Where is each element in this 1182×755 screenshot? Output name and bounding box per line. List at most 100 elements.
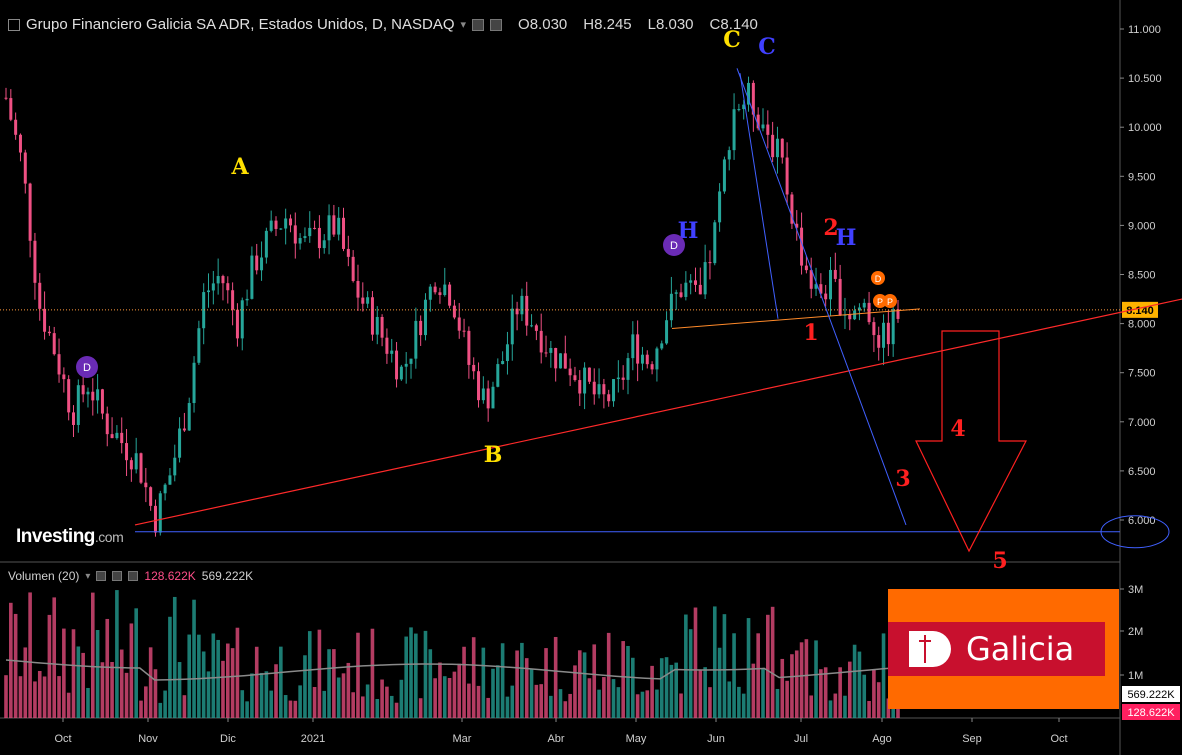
- volume-bar: [177, 662, 182, 718]
- volume-bar: [708, 687, 712, 718]
- time-tick-label: Ago: [872, 733, 892, 745]
- candle-body: [448, 284, 452, 306]
- candle-body: [221, 276, 225, 284]
- candle-body: [91, 391, 95, 401]
- volume-bar: [616, 687, 621, 718]
- volume-bar: [761, 668, 765, 718]
- galicia-emblem-icon: [903, 625, 955, 673]
- candle-body: [414, 320, 418, 359]
- candle-body: [718, 191, 722, 223]
- candle-body: [722, 159, 726, 192]
- chevron-down-icon[interactable]: ▾: [461, 18, 467, 31]
- candle-body: [573, 375, 577, 381]
- volume-bar: [144, 686, 148, 718]
- hide-icon[interactable]: [490, 18, 503, 31]
- candle-body: [616, 377, 620, 380]
- candle-body: [583, 367, 587, 394]
- volume-bar: [221, 660, 225, 718]
- candle-body: [9, 98, 13, 120]
- candle-body: [544, 352, 548, 354]
- volume-bar: [153, 669, 158, 718]
- volume-bar: [780, 658, 785, 718]
- candle-body: [419, 320, 423, 336]
- volume-bar: [433, 678, 437, 718]
- settings-icon[interactable]: [96, 571, 107, 581]
- volume-bar: [872, 669, 876, 718]
- volume-bar: [775, 688, 780, 718]
- candle-body: [621, 377, 625, 380]
- wave-label: 1: [803, 320, 818, 346]
- volume-bar: [505, 696, 510, 718]
- candle-body: [38, 282, 42, 309]
- volume-bar: [327, 649, 331, 718]
- volume-bar: [211, 633, 216, 718]
- time-tick-label: Oct: [1050, 733, 1067, 745]
- volume-bar: [626, 645, 630, 718]
- candle-body: [505, 344, 509, 362]
- candle-body: [886, 322, 890, 345]
- candle-body: [356, 281, 360, 298]
- volume-bar: [520, 642, 524, 718]
- event-marker-label: P: [887, 297, 893, 307]
- candle-body: [235, 309, 239, 339]
- volume-bar: [558, 689, 563, 718]
- close-icon[interactable]: [128, 571, 139, 581]
- candle-body: [438, 292, 442, 296]
- volume-bar: [250, 673, 254, 718]
- volume-bar: [785, 680, 789, 718]
- volume-bar: [568, 693, 572, 718]
- volume-bar: [37, 670, 42, 718]
- volume-bar: [18, 676, 23, 718]
- candle-body: [457, 317, 461, 331]
- candle-body: [626, 358, 630, 380]
- volume-header: Volumen (20) ▾ 128.622K 569.222K: [8, 569, 253, 583]
- volume-bar: [298, 685, 302, 718]
- volume-bar: [500, 643, 505, 718]
- chevron-down-icon[interactable]: ▾: [85, 571, 90, 582]
- candle-body: [313, 227, 317, 229]
- volume-value-last: 128.622K: [144, 569, 196, 583]
- candle-body: [255, 255, 259, 271]
- candle-body: [298, 238, 302, 244]
- volume-bar: [288, 700, 293, 718]
- volume-bar: [81, 652, 85, 718]
- volume-value-ma: 569.222K: [201, 569, 254, 583]
- volume-bar: [553, 636, 558, 718]
- candle-body: [303, 236, 307, 239]
- ascending-trendline: [134, 298, 1182, 526]
- volume-bar: [563, 701, 568, 718]
- volume-bar: [389, 695, 394, 718]
- volume-bar: [312, 687, 317, 718]
- investing-logo: Investing.com: [16, 526, 124, 548]
- volume-bar: [544, 648, 548, 718]
- collapse-icon[interactable]: [8, 18, 20, 31]
- candle-body: [182, 428, 186, 431]
- candle-body: [110, 434, 114, 439]
- volume-bar: [741, 693, 746, 718]
- volume-bar: [635, 694, 640, 718]
- candle-body: [4, 97, 8, 99]
- volume-bar: [799, 642, 804, 718]
- instrument-title[interactable]: Grupo Financiero Galicia SA ADR, Estados…: [26, 16, 455, 33]
- candle-body: [737, 109, 741, 111]
- hide-icon[interactable]: [112, 571, 123, 581]
- down-arrow-icon: [915, 330, 1027, 553]
- volume-bar: [375, 699, 380, 718]
- price-tick-label: 6.000: [1128, 515, 1156, 527]
- volume-bar: [814, 640, 818, 718]
- candle-body: [62, 374, 66, 380]
- time-tick-label: Jul: [794, 733, 808, 745]
- volume-bar: [496, 665, 500, 718]
- volume-label[interactable]: Volumen (20): [8, 569, 79, 583]
- volume-bar: [322, 690, 327, 718]
- volume-bar: [534, 684, 539, 718]
- candle-body: [260, 257, 264, 271]
- volume-bar: [129, 623, 134, 718]
- candle-body: [472, 364, 476, 372]
- volume-bar: [351, 692, 355, 718]
- candle-body: [28, 183, 32, 241]
- candle-body: [231, 290, 235, 310]
- settings-icon[interactable]: [472, 18, 485, 31]
- candle-body: [207, 290, 211, 293]
- volume-bar: [852, 644, 857, 718]
